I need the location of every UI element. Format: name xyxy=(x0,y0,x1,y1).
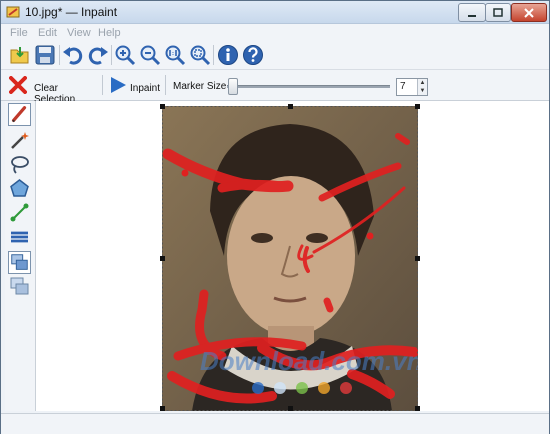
menu-bar: File Edit View Help xyxy=(1,24,549,41)
selection-handle[interactable] xyxy=(160,406,165,411)
layers-icon[interactable] xyxy=(8,251,31,274)
selection-handle[interactable] xyxy=(415,406,420,411)
selection-handle[interactable] xyxy=(288,104,293,109)
selection-handle[interactable] xyxy=(160,104,165,109)
zoom-out-icon[interactable] xyxy=(139,44,161,66)
zoom-fit-icon[interactable] xyxy=(189,44,211,66)
selection-handle[interactable] xyxy=(160,256,165,261)
magic-wand-icon[interactable] xyxy=(8,129,31,152)
selection-handle[interactable] xyxy=(415,104,420,109)
app-window: 10.jpg* — Inpaint File Edit View Help Cl… xyxy=(0,0,550,434)
main-toolbar xyxy=(1,41,549,70)
maximize-button[interactable] xyxy=(485,3,511,22)
portrait-photo[interactable]: Download.com.vn xyxy=(162,106,418,411)
menu-edit[interactable]: Edit xyxy=(38,27,57,39)
undo-icon[interactable] xyxy=(62,44,84,66)
info-icon[interactable] xyxy=(217,44,239,66)
polygon-icon[interactable] xyxy=(8,177,31,200)
selection-handle[interactable] xyxy=(415,256,420,261)
clear-x-icon xyxy=(9,76,27,94)
toolbar-separator xyxy=(59,45,60,65)
app-icon xyxy=(6,6,20,18)
marker-size-slider[interactable] xyxy=(227,85,390,88)
save-icon[interactable] xyxy=(34,44,56,66)
watermark-text: Download.com.vn xyxy=(200,346,418,376)
maximize-icon xyxy=(493,7,503,17)
menu-view[interactable]: View xyxy=(67,27,91,39)
menu-file[interactable]: File xyxy=(10,27,28,39)
line-icon[interactable] xyxy=(8,201,31,224)
stack-icon[interactable] xyxy=(8,225,31,248)
title-bar: 10.jpg* — Inpaint xyxy=(1,1,549,24)
inpaint-play-icon xyxy=(111,77,126,93)
toolbar-separator xyxy=(102,75,103,95)
window-title: 10.jpg* — Inpaint xyxy=(25,5,118,19)
open-folder-icon[interactable] xyxy=(9,44,31,66)
marker-size-value: 7 xyxy=(400,81,406,92)
toolbar-separator xyxy=(111,45,112,65)
lasso-icon[interactable] xyxy=(8,153,31,176)
menu-help[interactable]: Help xyxy=(98,27,121,39)
inpaint-button[interactable]: Inpaint xyxy=(107,72,161,98)
selection-handle[interactable] xyxy=(288,406,293,411)
spin-arrows[interactable]: ▲ ▼ xyxy=(417,79,427,95)
minimize-button[interactable] xyxy=(458,3,486,22)
marker-icon[interactable] xyxy=(8,103,31,126)
layers-secondary-icon[interactable] xyxy=(8,275,31,298)
redo-icon[interactable] xyxy=(87,44,109,66)
marker-size-slider-thumb[interactable] xyxy=(228,78,239,95)
marker-size-label: Marker Size xyxy=(173,81,227,92)
close-icon xyxy=(524,7,534,18)
zoom-actual-icon[interactable] xyxy=(164,44,186,66)
help-icon[interactable] xyxy=(242,44,264,66)
tool-panel xyxy=(5,101,36,411)
toolbar-separator xyxy=(165,75,166,95)
toolbar-separator xyxy=(213,45,214,65)
status-bar xyxy=(1,413,549,434)
zoom-in-icon[interactable] xyxy=(114,44,136,66)
inpaint-label: Inpaint xyxy=(130,83,161,94)
close-button[interactable] xyxy=(511,3,547,22)
clear-selection-button[interactable]: Clear Selection xyxy=(7,72,97,105)
marker-size-input[interactable]: 7 ▲ ▼ xyxy=(396,78,428,96)
minimize-icon xyxy=(468,14,476,17)
image-canvas[interactable]: Download.com.vn xyxy=(36,101,549,411)
